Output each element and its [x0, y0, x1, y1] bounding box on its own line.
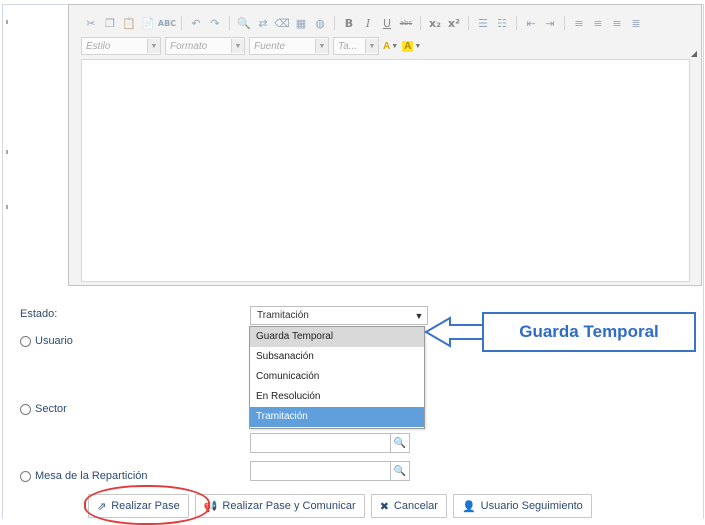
cancelar-label: Cancelar	[393, 500, 438, 512]
collapse-toolbar-icon[interactable]: ◢	[691, 49, 697, 58]
sector-lookup-input[interactable]: 🔍	[250, 433, 410, 453]
radio-circle-icon	[20, 403, 31, 415]
radio-mesa[interactable]: Mesa de la Repartición	[20, 470, 148, 482]
format-combo-label: Formato	[170, 40, 208, 52]
text-color-button[interactable]: A ▼	[383, 41, 398, 52]
underline-icon[interactable]: U	[379, 15, 395, 31]
estado-label: Estado:	[20, 308, 58, 320]
bold-icon[interactable]: B	[341, 15, 357, 31]
usuario-seguimiento-label: Usuario Seguimiento	[480, 500, 583, 512]
chevron-down-icon: ▼	[365, 39, 378, 53]
editor-format-bar: Estilo ▼ Formato ▼ Fuente ▼ Ta... ▼ A ▼ …	[81, 37, 421, 55]
usuario-seguimiento-button[interactable]: 👤 Usuario Seguimiento	[452, 494, 592, 518]
search-icon[interactable]: 🔍	[390, 462, 409, 480]
eraser-icon[interactable]: ⌫	[274, 15, 290, 31]
megaphone-icon: 📢	[203, 499, 218, 513]
option-guarda-temporal[interactable]: Guarda Temporal	[250, 327, 424, 347]
user-icon: 👤	[461, 499, 476, 513]
chevron-down-icon: ▼	[147, 39, 160, 53]
left-edge-marker	[6, 205, 8, 209]
editor-content-area[interactable]	[81, 59, 690, 282]
justify-icon[interactable]: ≣	[628, 15, 644, 31]
left-edge-marker	[6, 20, 8, 24]
option-subsanacion[interactable]: Subsanación	[250, 347, 424, 367]
radio-mesa-label: Mesa de la Repartición	[35, 470, 148, 482]
estado-dropdown-list: Guarda Temporal Subsanación Comunicación…	[249, 326, 425, 429]
cancelar-button[interactable]: ✖ Cancelar	[370, 494, 447, 518]
chevron-down-icon: ▼	[414, 42, 422, 50]
align-center-icon[interactable]: ≡	[590, 15, 606, 31]
paste-icon[interactable]: 📋	[121, 15, 137, 31]
toolbar-separator	[181, 16, 182, 30]
find-icon[interactable]: 🔍	[236, 15, 252, 31]
superscript-icon[interactable]: x²	[446, 15, 462, 31]
chevron-down-icon: ▼	[315, 39, 328, 53]
style-combo-label: Estilo	[86, 40, 111, 52]
rich-text-editor: ✂ ❐ 📋 📄 ABC ↶ ↷ 🔍 ⇄ ⌫ ▦ ◍ B I U abc x₂ x…	[68, 4, 702, 286]
cut-icon[interactable]: ✂	[83, 15, 99, 31]
realizar-pase-label: Realizar Pase	[111, 500, 180, 512]
option-tramitacion[interactable]: Tramitación	[250, 407, 424, 427]
annotation-callout: Guarda Temporal	[424, 312, 704, 352]
share-icon: ⇗	[97, 499, 107, 513]
indent-icon[interactable]: ⇥	[542, 15, 558, 31]
font-combo[interactable]: Fuente ▼	[249, 37, 329, 55]
option-en-resolucion[interactable]: En Resolución	[250, 387, 424, 407]
outdent-icon[interactable]: ⇤	[523, 15, 539, 31]
chevron-down-icon: ▼	[391, 42, 399, 50]
realizar-pase-comunicar-button[interactable]: 📢 Realizar Pase y Comunicar	[194, 494, 365, 518]
align-right-icon[interactable]: ≡	[609, 15, 625, 31]
option-comunicacion[interactable]: Comunicación	[250, 367, 424, 387]
search-icon[interactable]: 🔍	[390, 434, 409, 452]
callout-arrow-icon	[424, 316, 485, 348]
style-combo[interactable]: Estilo ▼	[81, 37, 161, 55]
toolbar-separator	[229, 16, 230, 30]
chevron-down-icon: ▼	[231, 39, 244, 53]
subscript-icon[interactable]: x₂	[427, 15, 443, 31]
italic-icon[interactable]: I	[360, 15, 376, 31]
toolbar-separator	[564, 16, 565, 30]
bullet-list-icon[interactable]: ☷	[494, 15, 510, 31]
copy-icon[interactable]: ❐	[102, 15, 118, 31]
realizar-pase-comunicar-label: Realizar Pase y Comunicar	[222, 500, 356, 512]
bg-color-icon: A	[402, 40, 414, 52]
globe-icon[interactable]: ◍	[312, 15, 328, 31]
size-combo[interactable]: Ta... ▼	[333, 37, 379, 55]
text-color-icon: A	[383, 40, 391, 52]
close-icon: ✖	[379, 499, 389, 513]
toolbar-separator	[420, 16, 421, 30]
replace-icon[interactable]: ⇄	[255, 15, 271, 31]
spellcheck-icon[interactable]: ABC	[158, 15, 176, 31]
toolbar-separator	[334, 16, 335, 30]
radio-sector-label: Sector	[35, 403, 67, 415]
editor-toolbar: ✂ ❐ 📋 📄 ABC ↶ ↷ 🔍 ⇄ ⌫ ▦ ◍ B I U abc x₂ x…	[83, 13, 644, 33]
font-combo-label: Fuente	[254, 40, 286, 52]
select-all-icon[interactable]: ▦	[293, 15, 309, 31]
radio-circle-icon	[20, 470, 31, 482]
radio-usuario-label: Usuario	[35, 335, 73, 347]
strikethrough-icon[interactable]: abc	[398, 15, 414, 31]
bg-color-button[interactable]: A ▼	[402, 40, 422, 52]
numbered-list-icon[interactable]: ☰	[475, 15, 491, 31]
size-combo-label: Ta...	[338, 40, 358, 52]
radio-usuario[interactable]: Usuario	[20, 335, 73, 347]
align-left-icon[interactable]: ≡	[571, 15, 587, 31]
action-bar: ⇗ Realizar Pase 📢 Realizar Pase y Comuni…	[88, 494, 592, 518]
format-combo[interactable]: Formato ▼	[165, 37, 245, 55]
estado-select-value: Tramitación	[257, 310, 309, 321]
toolbar-separator	[516, 16, 517, 30]
paste-text-icon[interactable]: 📄	[140, 15, 156, 31]
callout-text: Guarda Temporal	[482, 312, 696, 352]
realizar-pase-button[interactable]: ⇗ Realizar Pase	[88, 494, 189, 518]
undo-icon[interactable]: ↶	[188, 15, 204, 31]
left-edge-marker	[6, 150, 8, 154]
toolbar-separator	[468, 16, 469, 30]
mesa-lookup-input[interactable]: 🔍	[250, 461, 410, 481]
radio-circle-icon	[20, 335, 31, 347]
redo-icon[interactable]: ↷	[207, 15, 223, 31]
radio-sector[interactable]: Sector	[20, 403, 67, 415]
estado-select[interactable]: Tramitación ▼	[250, 306, 428, 325]
